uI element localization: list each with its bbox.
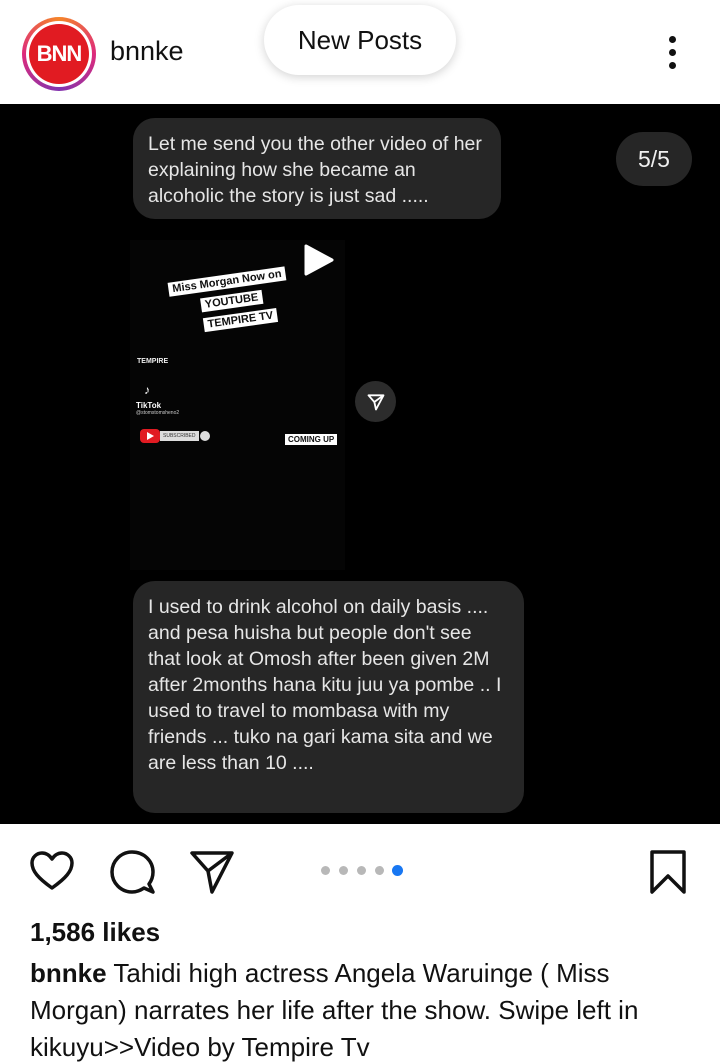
- action-bar: [0, 824, 720, 914]
- more-vertical-icon[interactable]: [656, 30, 686, 76]
- caption-username[interactable]: bnnke: [30, 958, 107, 988]
- carousel-dot: [375, 866, 384, 875]
- send-icon: [367, 393, 384, 410]
- tiktok-handle: @stomstomsheno2: [136, 410, 180, 416]
- message-bubble-top: Let me send you the other video of her e…: [133, 118, 501, 219]
- username[interactable]: bnnke: [110, 36, 184, 67]
- comment-icon[interactable]: [108, 848, 156, 896]
- message-bubble-bottom: I used to drink alcohol on daily basis .…: [133, 581, 524, 813]
- carousel-dot: [357, 866, 366, 875]
- sticker-line: YOUTUBE: [200, 289, 264, 313]
- coming-up-label: COMING UP: [285, 434, 338, 445]
- post-header: BNN bnnke New Posts: [0, 0, 720, 104]
- share-icon[interactable]: [188, 848, 236, 896]
- play-icon[interactable]: [300, 242, 336, 278]
- sticker-line: TEMPIRE TV: [202, 307, 279, 333]
- caption: bnnke Tahidi high actress Angela Waruing…: [30, 955, 710, 1063]
- forward-button[interactable]: [355, 381, 396, 422]
- post-media[interactable]: Let me send you the other video of her e…: [0, 104, 720, 824]
- youtube-icon: [140, 429, 160, 443]
- youtube-subscribe: SUBSCRIBED: [140, 429, 215, 443]
- carousel-counter: 5/5: [616, 132, 692, 186]
- caption-text: Tahidi high actress Angela Waruinge ( Mi…: [30, 958, 639, 1062]
- heart-icon[interactable]: [28, 848, 76, 896]
- avatar-logo: BNN: [29, 24, 89, 84]
- bell-icon: [200, 431, 210, 441]
- subscribe-label: SUBSCRIBED: [160, 431, 199, 441]
- tiktok-label: TikTok: [136, 401, 162, 410]
- carousel-dot: [339, 866, 348, 875]
- carousel-dot: [321, 866, 330, 875]
- avatar[interactable]: BNN: [22, 17, 96, 91]
- likes-count[interactable]: 1,586 likes: [30, 917, 160, 948]
- bookmark-icon[interactable]: [644, 848, 692, 896]
- tiktok-icon: ♪: [144, 383, 150, 397]
- new-posts-button[interactable]: New Posts: [264, 5, 456, 75]
- carousel-dot-active: [392, 865, 403, 876]
- video-brand: TEMPIRE: [137, 358, 169, 365]
